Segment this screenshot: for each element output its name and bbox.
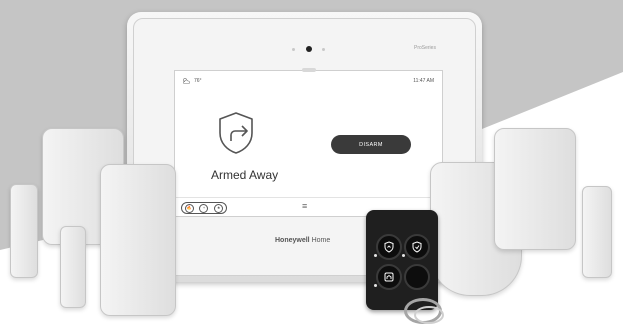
disarm-home-icon[interactable] — [376, 264, 402, 290]
fob-led — [374, 254, 377, 257]
brand-logo: Honeywell Home — [275, 237, 330, 244]
emergency-buttons[interactable]: 🔥 + ★ — [181, 202, 227, 214]
key-ring-inner — [414, 306, 444, 324]
door-window-sensor-right — [494, 128, 576, 250]
arm-away-icon[interactable] — [376, 234, 402, 260]
fob-led — [374, 284, 377, 287]
aux-button-icon[interactable] — [404, 264, 430, 290]
brand-name: Honeywell — [275, 237, 310, 244]
fob-led — [402, 254, 405, 257]
disarm-button[interactable]: DISARM — [331, 135, 411, 154]
screen-notch — [302, 68, 316, 72]
sensor-dot — [292, 48, 295, 51]
arm-stay-icon[interactable] — [404, 234, 430, 260]
partly-cloudy-icon — [183, 78, 190, 84]
brand-suffix: Home — [311, 237, 331, 244]
touchscreen[interactable]: 76° 11:47 AM Armed Away DISARM 🔥 + ★ ≡ — [174, 68, 443, 217]
temperature-text: 76° — [194, 78, 202, 84]
fire-icon[interactable]: 🔥 — [184, 203, 194, 213]
police-icon[interactable]: ★ — [214, 203, 224, 213]
sensor-dot — [322, 48, 325, 51]
armed-away-shield-icon — [219, 112, 253, 154]
camera-lens — [306, 46, 312, 52]
menu-icon[interactable]: ≡ — [302, 202, 307, 211]
weather-widget[interactable]: 76° — [181, 77, 202, 85]
door-magnet-right — [582, 186, 612, 278]
plus-icon[interactable]: + — [199, 203, 209, 213]
arm-status-text: Armed Away — [211, 168, 279, 182]
door-window-sensor-front — [100, 164, 176, 316]
door-magnet-small — [60, 226, 86, 308]
door-magnet-left — [10, 184, 38, 278]
clock-text: 11:47 AM — [413, 78, 434, 84]
model-label: ProSeries — [414, 45, 436, 51]
key-fob — [366, 210, 438, 310]
